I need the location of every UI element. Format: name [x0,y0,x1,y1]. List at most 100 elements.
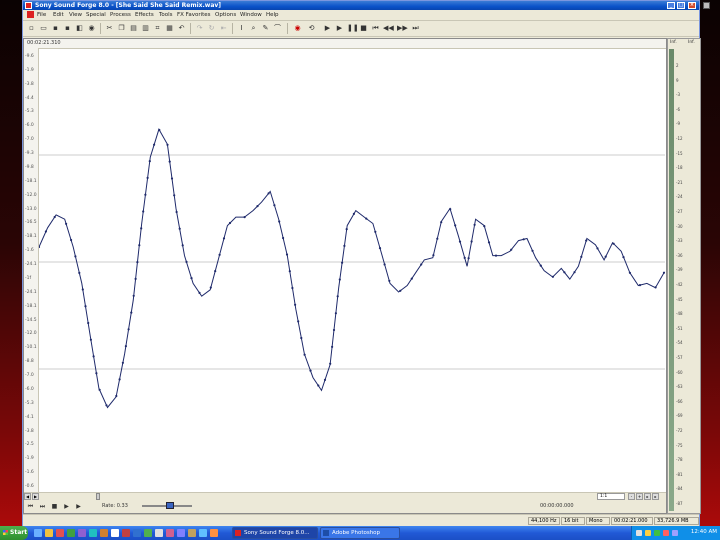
sample-point[interactable] [454,224,457,227]
sample-point[interactable] [209,286,212,289]
tray-icon[interactable] [672,530,678,536]
meter-peak-left[interactable]: Inf. [670,40,677,45]
quicklaunch-app-icon[interactable] [166,529,174,537]
sample-point[interactable] [173,194,176,197]
quicklaunch-media-icon[interactable] [56,529,64,537]
sample-point[interactable] [127,328,130,331]
go-end-icon[interactable]: ⏭ [411,24,420,33]
sample-point[interactable] [105,404,108,407]
save-icon[interactable]: ▪ [51,24,60,33]
sample-point[interactable] [563,271,566,274]
sample-point[interactable] [98,388,101,391]
magnify-tool-icon[interactable]: ⌕ [249,24,258,33]
save-as-icon[interactable]: ▪ [63,24,72,33]
menu-options[interactable]: Options [215,12,236,19]
status-channels[interactable]: Mono [586,517,610,525]
sample-point[interactable] [329,362,332,365]
sample-point[interactable] [138,244,141,247]
sample-point[interactable] [136,261,139,264]
sample-point[interactable] [168,160,171,163]
sample-point[interactable] [494,254,498,257]
zoom-ratio-field[interactable]: 1:1 [597,493,625,500]
sample-point[interactable] [185,260,188,263]
task-sound-forge[interactable]: Sony Sound Forge 8.0... [232,527,318,539]
sample-point[interactable] [222,237,226,240]
properties-icon[interactable]: ◉ [87,24,96,33]
scroll-left-arrow-icon[interactable]: ◀ [24,493,31,500]
status-sample-rate[interactable]: 44,100 Hz [528,517,560,525]
close-icon[interactable] [703,2,710,9]
sample-point[interactable] [74,255,77,258]
sample-point[interactable] [256,205,259,208]
menu-process[interactable]: Process [110,12,131,19]
sample-point[interactable] [294,303,297,306]
zoom-out-icon[interactable]: - [628,493,635,500]
sample-point[interactable] [84,305,87,308]
redo-icon[interactable]: ↷ [195,24,204,33]
sample-point[interactable] [95,372,98,375]
zoom-in-icon[interactable]: + [636,493,643,500]
quicklaunch-app-icon[interactable] [144,529,152,537]
waveform-display[interactable] [39,48,665,492]
sample-point[interactable] [87,321,90,325]
sample-point[interactable] [410,277,413,280]
quicklaunch-app-icon[interactable] [111,529,119,537]
sample-point[interactable] [140,227,143,230]
sample-point[interactable] [198,291,201,294]
sample-point[interactable] [585,239,588,242]
rewind-icon[interactable]: ◀◀ [383,24,394,33]
quicklaunch-app-icon[interactable] [89,529,97,537]
menu-file[interactable]: File [37,12,46,19]
sample-point[interactable] [285,253,289,256]
start-button[interactable]: Start [0,526,28,540]
sample-point[interactable] [365,217,368,220]
tray-icon[interactable] [636,530,642,536]
sample-point[interactable] [134,277,137,280]
sample-point[interactable] [336,295,339,298]
copy-icon[interactable]: ❐ [117,24,126,33]
minimize-button[interactable]: _ [667,2,675,9]
sample-point[interactable] [487,241,491,244]
sample-point[interactable] [142,210,145,213]
clock[interactable]: 12:40 AM [691,529,717,535]
sample-point[interactable] [218,253,221,256]
go-end-icon[interactable]: ⏭ [38,502,47,511]
sample-point[interactable] [228,221,232,225]
scroll-thumb[interactable] [96,493,100,500]
pause-icon[interactable]: ❚❚ [347,24,359,33]
sample-point[interactable] [440,221,443,224]
sample-point[interactable] [89,338,92,341]
sample-point[interactable] [510,248,513,251]
sample-point[interactable] [622,256,625,259]
sample-point[interactable] [158,128,161,132]
crop-icon[interactable]: ⌗ [153,24,162,33]
quicklaunch-ie-icon[interactable] [34,529,42,537]
sample-point[interactable] [483,225,486,228]
close-button[interactable]: × [688,2,696,9]
sample-point[interactable] [39,245,41,249]
sample-point[interactable] [166,143,169,146]
menu-fx-favorites[interactable]: FX Favorites [177,12,211,19]
sample-point[interactable] [70,238,73,242]
sample-point[interactable] [612,242,615,245]
sample-point[interactable] [662,271,665,274]
scroll-right-arrow-icon[interactable]: ▶ [32,493,39,500]
play-all-icon[interactable]: ▶ [335,24,344,33]
sample-point[interactable] [178,227,181,230]
record-icon[interactable]: ◉ [293,24,302,33]
menu-view[interactable]: View [69,12,82,19]
quicklaunch-app-icon[interactable] [78,529,86,537]
sample-point[interactable] [267,192,270,195]
new-icon[interactable]: ▫ [27,24,36,33]
stop-icon[interactable]: ■ [359,24,368,33]
quicklaunch-folder-icon[interactable] [45,529,53,537]
sample-point[interactable] [65,222,68,225]
pencil-tool-icon[interactable]: ✎ [261,24,270,33]
sample-point[interactable] [78,271,81,274]
sample-point[interactable] [551,275,555,278]
tray-icon[interactable] [654,530,660,536]
sample-point[interactable] [352,212,355,215]
sample-point[interactable] [181,244,184,247]
menu-window[interactable]: Window [240,12,262,19]
stop-icon[interactable]: ■ [50,502,59,511]
